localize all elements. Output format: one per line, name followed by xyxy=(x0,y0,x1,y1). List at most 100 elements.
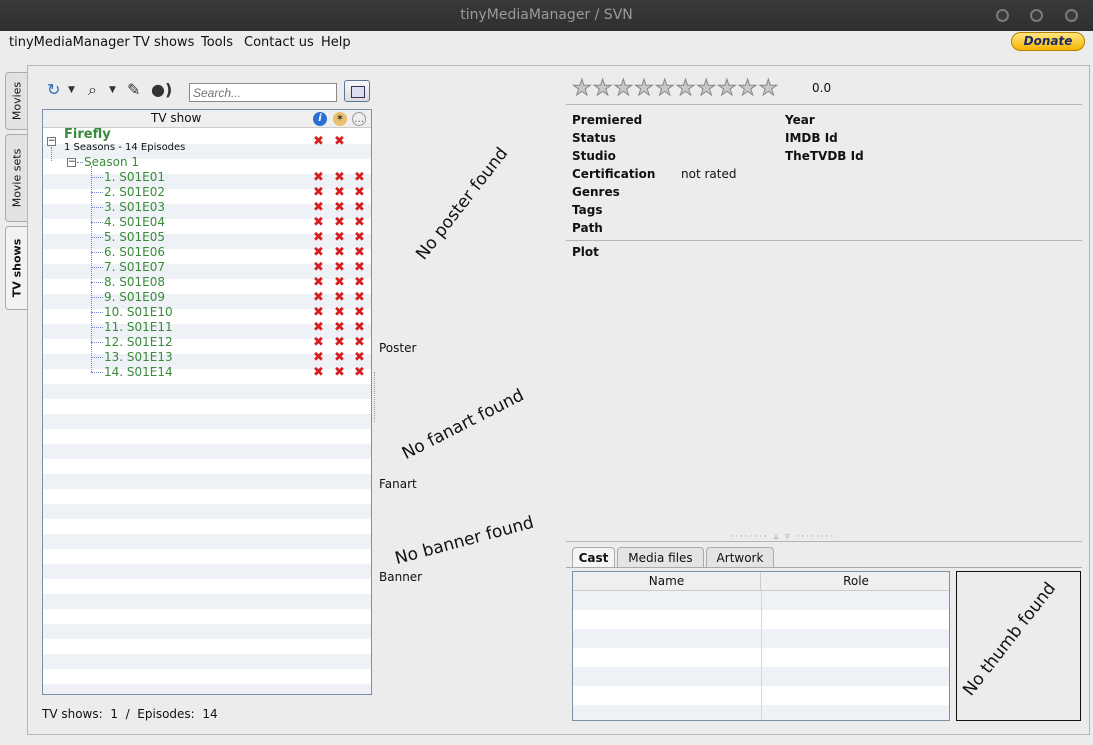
menu-help[interactable]: Help xyxy=(321,35,351,50)
status-episodes-label: Episodes: xyxy=(137,707,195,721)
missing-mark-icon: ✖ xyxy=(313,230,324,245)
tree-row-show[interactable]: − Firefly 1 Seasons - 14 Episodes ✖ ✖ xyxy=(43,127,371,155)
menu-tinymediamanager[interactable]: tinyMediaManager xyxy=(9,35,130,50)
tree-row-episode[interactable]: 4. S01E04 ✖ ✖ ✖ xyxy=(43,215,371,230)
tab-movies[interactable]: Movies xyxy=(5,72,27,130)
tab-media-files[interactable]: Media files xyxy=(617,547,704,568)
broadcast-icon[interactable]: ●) xyxy=(151,80,172,99)
thumb-missing-text: No thumb found xyxy=(959,578,1061,700)
column-header-name[interactable]: Name xyxy=(573,572,761,591)
episode-label: 14. S01E14 xyxy=(104,365,173,379)
search-icon[interactable]: ⌕ xyxy=(88,80,97,100)
thumb-panel: No thumb found xyxy=(956,571,1081,721)
tree-row-episode[interactable]: 10. S01E10 ✖ ✖ ✖ xyxy=(43,305,371,320)
tree-row-episode[interactable]: 9. S01E09 ✖ ✖ ✖ xyxy=(43,290,371,305)
maximize-button[interactable] xyxy=(1030,9,1043,22)
tree-row-episode[interactable]: 3. S01E03 ✖ ✖ ✖ xyxy=(43,200,371,215)
missing-mark-icon: ✖ xyxy=(313,200,324,215)
menu-contact-us[interactable]: Contact us xyxy=(244,35,314,50)
tree-stripe xyxy=(43,489,371,504)
tree-stripe xyxy=(43,444,371,459)
year-label: Year xyxy=(785,113,815,127)
status-bar: TV shows: 1 / Episodes: 14 xyxy=(42,707,218,721)
status-episodes-count: 14 xyxy=(202,707,218,721)
menu-bar: tinyMediaManager TV shows Tools Contact … xyxy=(0,31,1093,56)
expander-icon[interactable]: − xyxy=(67,158,76,167)
genres-label: Genres xyxy=(572,185,620,199)
missing-mark-icon: ✖ xyxy=(354,245,365,260)
show-title: Firefly xyxy=(64,127,111,142)
tree-stripe xyxy=(43,504,371,519)
tab-movie-sets[interactable]: Movie sets xyxy=(5,134,27,222)
donate-button[interactable]: Donate xyxy=(1011,32,1085,51)
info-icon[interactable]: i xyxy=(313,112,327,126)
missing-mark-icon: ✖ xyxy=(354,260,365,275)
tree-connector xyxy=(91,222,103,223)
tree-connector xyxy=(51,147,52,161)
tree-row-episode[interactable]: 6. S01E06 ✖ ✖ ✖ xyxy=(43,245,371,260)
vertical-splitter[interactable] xyxy=(374,372,377,422)
episode-label: 12. S01E12 xyxy=(104,335,173,349)
missing-mark-icon: ✖ xyxy=(313,215,324,230)
filter-button[interactable] xyxy=(344,80,370,102)
tab-artwork[interactable]: Artwork xyxy=(706,547,774,568)
tree-stripe xyxy=(43,384,371,399)
tree-row-season[interactable]: − Season 1 xyxy=(43,155,371,170)
refresh-icon[interactable]: ↻ xyxy=(47,80,60,99)
tree-row-episode[interactable]: 13. S01E13 ✖ ✖ ✖ xyxy=(43,350,371,365)
cast-table-header: Name Role xyxy=(573,572,949,591)
missing-mark-icon: ✖ xyxy=(313,134,324,149)
missing-mark-icon: ✖ xyxy=(354,305,365,320)
cast-table[interactable]: Name Role xyxy=(572,571,950,721)
tree-row-episode[interactable]: 11. S01E11 ✖ ✖ ✖ xyxy=(43,320,371,335)
refresh-dropdown-icon[interactable]: ▼ xyxy=(68,85,75,95)
tree-row-episode[interactable]: 12. S01E12 ✖ ✖ ✖ xyxy=(43,335,371,350)
tree-row-episode[interactable]: 2. S01E02 ✖ ✖ ✖ xyxy=(43,185,371,200)
tree-row-episode[interactable]: 14. S01E14 ✖ ✖ ✖ xyxy=(43,365,371,380)
expander-icon[interactable]: − xyxy=(47,137,56,146)
missing-mark-icon: ✖ xyxy=(334,170,345,185)
tree-stripe xyxy=(43,684,371,694)
certification-value: not rated xyxy=(681,167,737,181)
tree-row-episode[interactable]: 8. S01E08 ✖ ✖ ✖ xyxy=(43,275,371,290)
minimize-button[interactable] xyxy=(996,9,1009,22)
missing-mark-icon: ✖ xyxy=(354,215,365,230)
tab-tv-shows[interactable]: TV shows xyxy=(5,226,27,310)
episode-label: 9. S01E09 xyxy=(104,290,166,304)
missing-mark-icon: ✖ xyxy=(354,185,365,200)
divider xyxy=(566,104,1082,105)
tree-stripe xyxy=(43,399,371,414)
search-input[interactable] xyxy=(189,83,337,102)
window-title: tinyMediaManager / SVN xyxy=(460,7,633,23)
menu-tools[interactable]: Tools xyxy=(201,35,233,50)
rating-stars: ★★★★★★★★★★ xyxy=(571,76,780,101)
missing-mark-icon: ✖ xyxy=(334,200,345,215)
column-header-role[interactable]: Role xyxy=(761,572,949,591)
banner-label: Banner xyxy=(379,570,423,584)
close-button[interactable] xyxy=(1065,9,1078,22)
episode-label: 6. S01E06 xyxy=(104,245,166,259)
studio-label: Studio xyxy=(572,149,616,163)
missing-mark-icon: ✖ xyxy=(313,170,324,185)
tree-connector xyxy=(91,252,103,253)
season-label: Season 1 xyxy=(84,155,140,169)
artwork-icon[interactable]: ✶ xyxy=(333,112,347,126)
search-dropdown-icon[interactable]: ▼ xyxy=(109,85,116,95)
missing-mark-icon: ✖ xyxy=(334,365,345,380)
edit-icon[interactable]: ✎ xyxy=(127,80,140,99)
tree-connector xyxy=(91,327,103,328)
missing-mark-icon: ✖ xyxy=(313,335,324,350)
tv-show-tree[interactable]: TV show i ✶ … − Firefly 1 Seasons - 14 Epi… xyxy=(42,109,372,695)
tree-row-episode[interactable]: 5. S01E05 ✖ ✖ ✖ xyxy=(43,230,371,245)
missing-mark-icon: ✖ xyxy=(313,350,324,365)
missing-mark-icon: ✖ xyxy=(334,245,345,260)
missing-mark-icon: ✖ xyxy=(313,320,324,335)
subtitle-icon[interactable]: … xyxy=(352,112,366,126)
missing-mark-icon: ✖ xyxy=(313,305,324,320)
episode-label: 4. S01E04 xyxy=(104,215,166,229)
tree-row-episode[interactable]: 1. S01E01 ✖ ✖ ✖ xyxy=(43,170,371,185)
missing-mark-icon: ✖ xyxy=(334,260,345,275)
menu-tv-shows[interactable]: TV shows xyxy=(133,35,194,50)
tab-cast[interactable]: Cast xyxy=(572,547,615,568)
tree-row-episode[interactable]: 7. S01E07 ✖ ✖ ✖ xyxy=(43,260,371,275)
